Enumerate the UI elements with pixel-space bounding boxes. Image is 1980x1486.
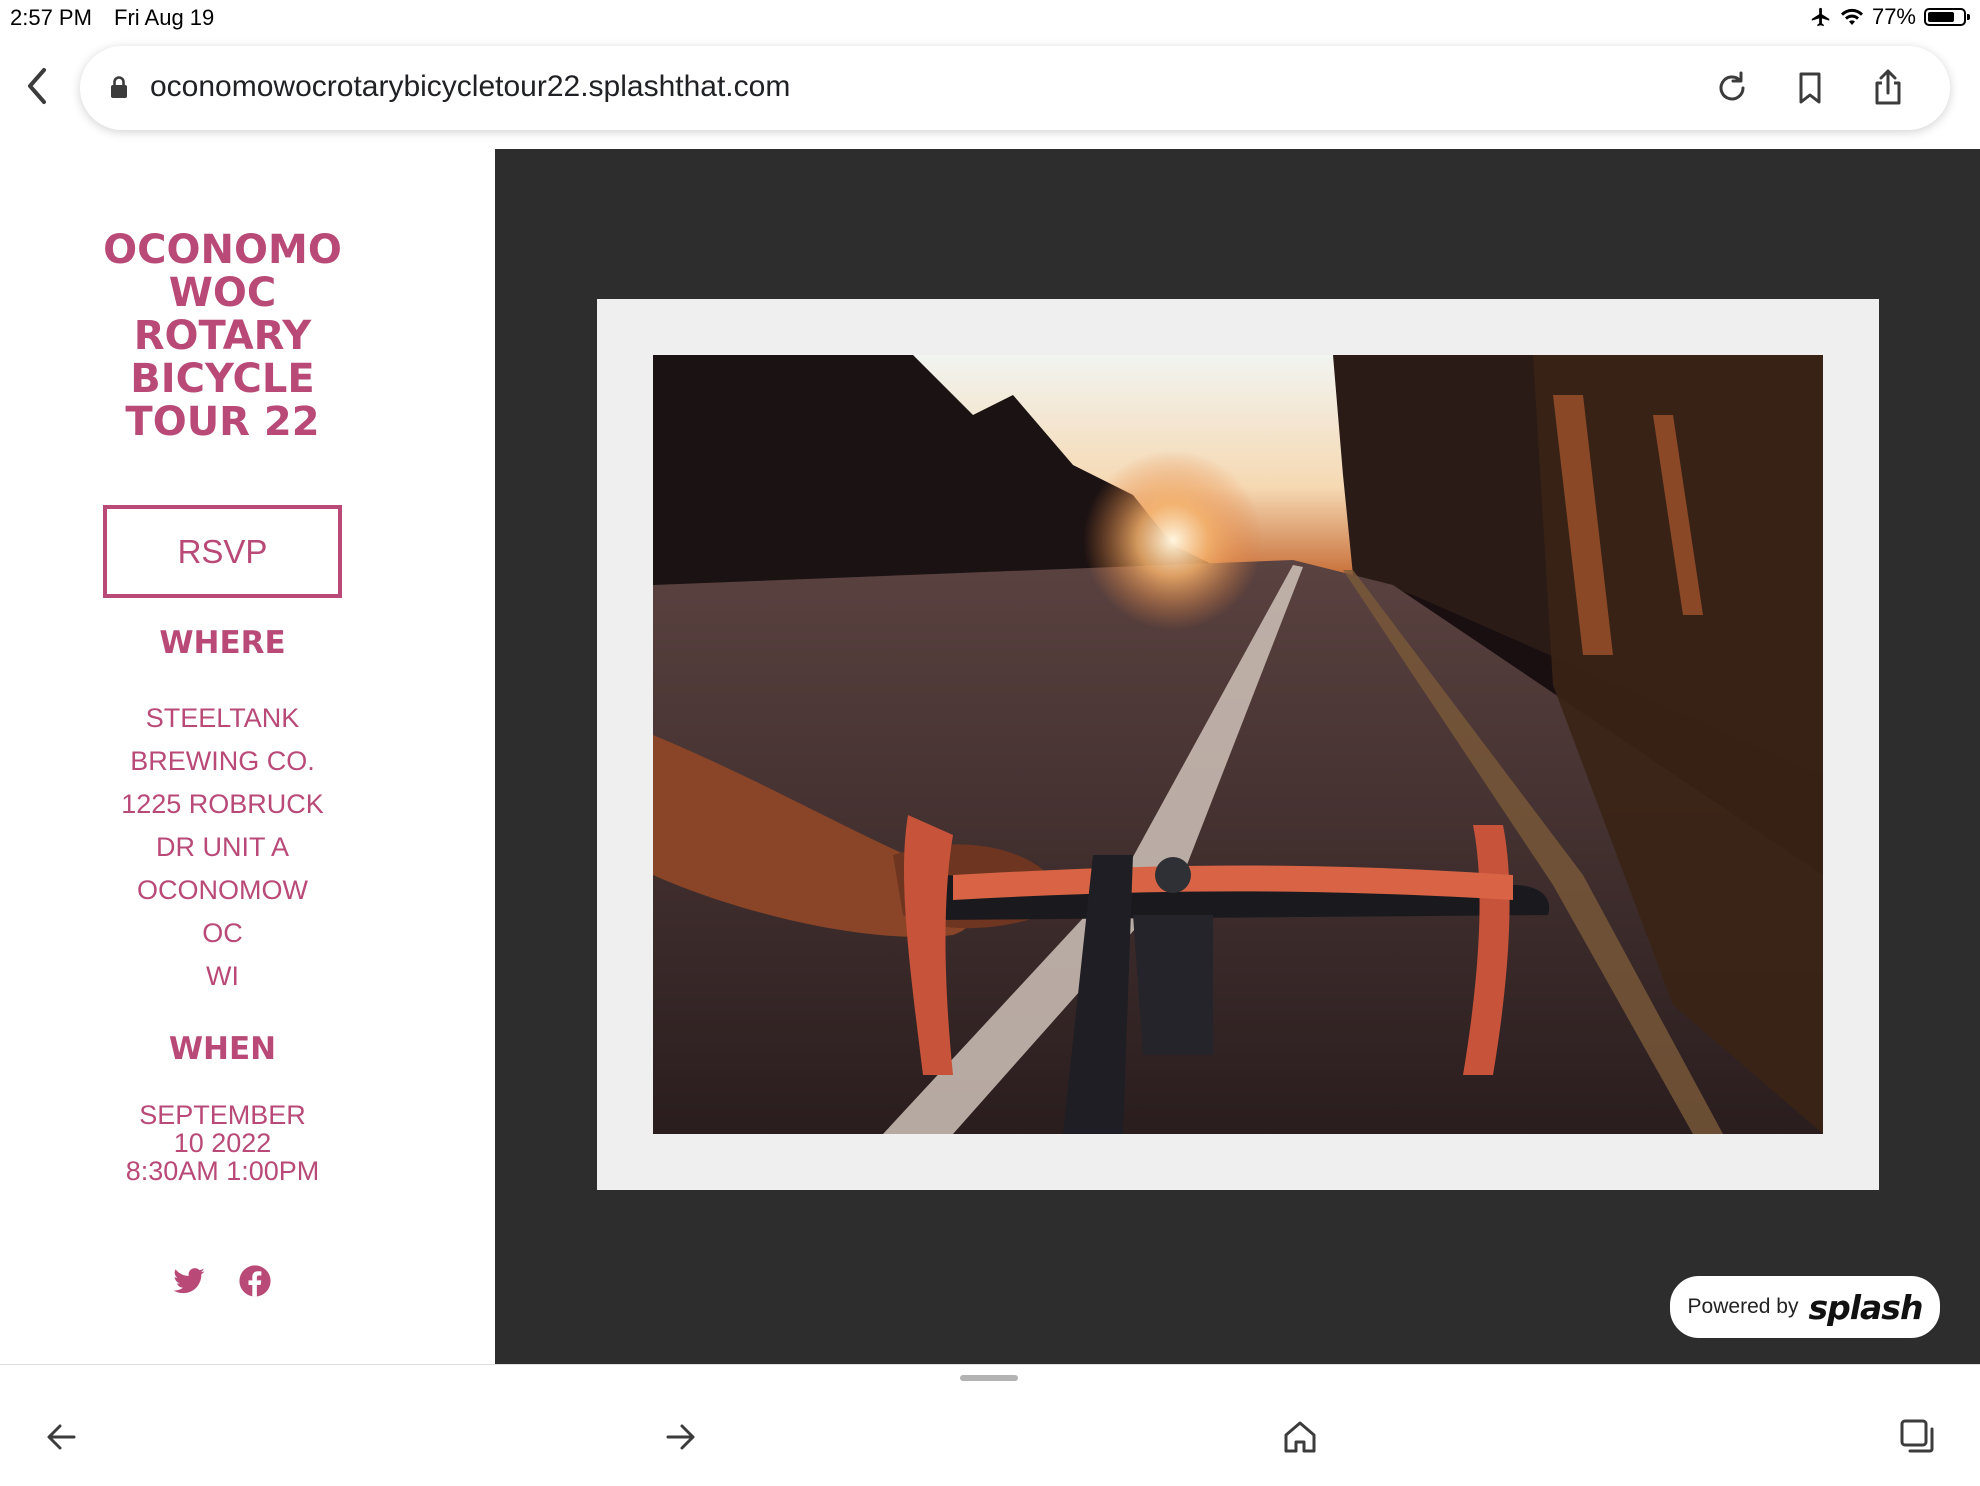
toolbar-drag-handle[interactable] <box>960 1375 1018 1381</box>
url-text[interactable]: oconomowocrotarybicycletour22.splashthat… <box>150 70 790 104</box>
location-line: DR UNIT A <box>155 832 290 862</box>
battery-percent: 77% <box>1871 4 1916 29</box>
powered-by-text: Powered by <box>1687 1295 1799 1318</box>
datetime-line: 8:30AM 1:00PM <box>125 1156 320 1186</box>
datetime-line: 10 2022 <box>173 1128 272 1158</box>
share-icon <box>1875 69 1901 105</box>
status-date: Fri Aug 19 <box>114 5 215 30</box>
chevron-left-icon <box>28 68 46 104</box>
bicycle-road-photo <box>653 355 1823 1134</box>
toolbar-tabs-button[interactable] <box>1898 1417 1938 1457</box>
toolbar-home-button[interactable] <box>1280 1417 1320 1457</box>
browser-back-button[interactable] <box>22 66 62 112</box>
toolbar-back-button[interactable] <box>42 1417 82 1457</box>
browser-toolbar <box>0 1364 1980 1486</box>
location-line: OCONOMOW <box>137 875 308 905</box>
rsvp-button[interactable]: RSVP <box>103 505 342 598</box>
share-button[interactable] <box>1868 68 1908 108</box>
facebook-icon <box>239 1265 271 1297</box>
event-title: OCONOMO WOC ROTARY BICYCLE TOUR 22 <box>103 227 342 445</box>
battery-icon <box>1924 8 1970 26</box>
location-line: BREWING CO. <box>130 746 315 776</box>
arrow-right-icon <box>666 1424 695 1450</box>
where-heading: WHERE <box>159 625 286 661</box>
event-datetime: SEPTEMBER 10 2022 8:30AM 1:00PM <box>0 1101 445 1185</box>
airplane-icon <box>1811 7 1830 27</box>
reload-button[interactable] <box>1712 68 1752 108</box>
hero-panel: Powered by splash <box>495 149 1980 1364</box>
location-line: OC <box>202 918 243 948</box>
tabs-icon <box>1900 1419 1934 1453</box>
bookmark-icon <box>1799 72 1821 104</box>
datetime-line: SEPTEMBER <box>139 1100 306 1130</box>
powered-by-badge[interactable]: Powered by splash <box>1668 1274 1942 1340</box>
home-icon <box>1284 1421 1316 1453</box>
status-indicators: 77% <box>1810 4 1970 30</box>
arrow-left-icon <box>47 1424 76 1450</box>
location-line: STEELTANK <box>145 703 300 733</box>
location-line: WI <box>206 961 239 991</box>
bookmark-button[interactable] <box>1790 68 1830 108</box>
splash-logo: splash <box>1808 1287 1923 1327</box>
event-info-panel: OCONOMO WOC ROTARY BICYCLE TOUR 22 RSVP … <box>0 149 495 1364</box>
address-bar[interactable]: oconomowocrotarybicycletour22.splashthat… <box>80 46 1950 130</box>
location-line: 1225 ROBRUCK <box>121 789 324 819</box>
hero-photo-bicycle <box>653 355 1823 1134</box>
hero-image-frame <box>597 299 1879 1190</box>
when-heading: WHEN <box>168 1031 277 1067</box>
event-location: STEELTANK BREWING CO. 1225 ROBRUCK DR UN… <box>0 697 445 998</box>
toolbar-forward-button[interactable] <box>660 1417 700 1457</box>
status-time: 2:57 PM <box>10 5 92 30</box>
reload-icon <box>1719 71 1745 101</box>
twitter-share-link[interactable] <box>172 1264 206 1298</box>
facebook-share-link[interactable] <box>238 1264 272 1298</box>
twitter-icon <box>173 1268 205 1294</box>
lock-icon <box>111 76 127 98</box>
status-bar: 2:57 PM Fri Aug 19 77% <box>0 0 1980 34</box>
wifi-icon <box>1840 8 1863 25</box>
